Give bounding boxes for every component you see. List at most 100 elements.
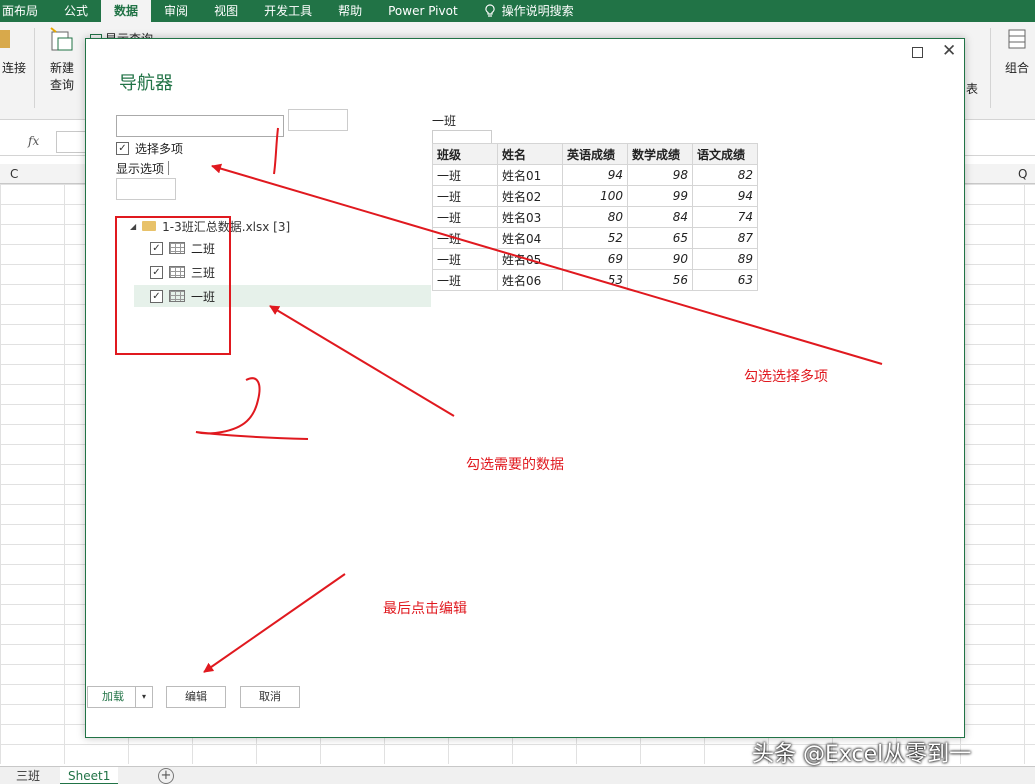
tab-developer[interactable]: 开发工具	[251, 0, 325, 22]
tell-me-search[interactable]: 操作说明搜索	[471, 0, 587, 22]
sheet-tab-class3[interactable]: 三班	[8, 767, 48, 784]
table-cell: 87	[692, 227, 758, 249]
tree-item-label: 三班	[191, 265, 216, 280]
column-header-q[interactable]: Q	[1018, 167, 1027, 181]
search-input[interactable]	[116, 115, 284, 137]
tell-me-label: 操作说明搜索	[501, 4, 574, 18]
column-header[interactable]: 英语成绩	[562, 143, 628, 165]
table-row: 一班 姓名04 52 65 87	[432, 227, 758, 249]
table-icon	[169, 242, 185, 254]
tree-item-class2[interactable]: ✓ 二班	[150, 237, 215, 259]
fx-icon[interactable]: fx	[28, 134, 39, 148]
tree-item-label: 二班	[191, 241, 216, 256]
expand-caret-icon[interactable]: ◢	[130, 222, 136, 231]
table-cell: 56	[627, 269, 693, 291]
table-cell: 52	[562, 227, 628, 249]
preview-table: 班级 姓名 英语成绩 数学成绩 语文成绩 一班 姓名01 94 98 82 一班	[432, 143, 758, 291]
table-cell: 82	[692, 164, 758, 186]
table-cell: 一班	[432, 164, 498, 186]
table-cell: 姓名01	[497, 164, 563, 186]
new-query-label-2: 查询	[49, 78, 74, 92]
table-cell: 一班	[432, 227, 498, 249]
tab-page-layout[interactable]: 面布局	[0, 0, 51, 22]
lightbulb-icon	[485, 4, 495, 17]
column-header[interactable]: 姓名	[497, 143, 563, 165]
new-query-label: 新建	[49, 61, 74, 75]
edit-button[interactable]: 编辑	[166, 686, 226, 708]
table-cell: 100	[562, 185, 628, 207]
tree-root[interactable]: ◢ 1-3班汇总数据.xlsx [3]	[130, 215, 290, 237]
ribbon-separator	[34, 28, 35, 108]
new-query-button[interactable]: 新建 查询	[42, 26, 82, 93]
annotation-edit: 最后点击编辑	[383, 601, 467, 617]
table-cell: 90	[627, 248, 693, 270]
tab-power-pivot[interactable]: Power Pivot	[375, 0, 471, 22]
tree-item-class3[interactable]: ✓ 三班	[150, 261, 215, 283]
ribbon-tab-bar: 面布局 公式 数据 审阅 视图 开发工具 帮助 Power Pivot 操作说明…	[0, 0, 1035, 22]
display-options-dropdown[interactable]	[116, 178, 176, 200]
new-query-icon	[50, 27, 73, 51]
checkbox-checked[interactable]: ✓	[150, 289, 163, 303]
table-row: 一班 姓名05 69 90 89	[432, 248, 758, 270]
table-cell: 一班	[432, 206, 498, 228]
tab-help[interactable]: 帮助	[325, 0, 375, 22]
table-cell: 99	[627, 185, 693, 207]
column-header[interactable]: 语文成绩	[692, 143, 758, 165]
column-header[interactable]: 数学成绩	[627, 143, 693, 165]
table-cell: 94	[562, 164, 628, 186]
table-row: 一班 姓名06 53 56 63	[432, 269, 758, 291]
table-icon	[169, 290, 185, 302]
table-cell: 65	[627, 227, 693, 249]
group-button[interactable]: 组合	[1000, 26, 1034, 76]
tab-view[interactable]: 视图	[201, 0, 251, 22]
column-header-c[interactable]: C	[10, 167, 18, 181]
select-multiple-label: 选择多项	[135, 142, 184, 156]
add-sheet-icon[interactable]: +	[158, 768, 174, 784]
tree-item-class1[interactable]: ✓ 一班	[134, 285, 431, 307]
column-header[interactable]: 班级	[432, 143, 498, 165]
close-icon[interactable]: ✕	[942, 43, 956, 60]
load-label: 加载	[102, 690, 124, 703]
formula-input[interactable]	[56, 131, 86, 153]
tab-data[interactable]: 数据	[101, 0, 152, 22]
search-button[interactable]	[288, 109, 348, 131]
table-icon	[169, 266, 185, 278]
table-cell: 53	[562, 269, 628, 291]
table-row: 一班 姓名01 94 98 82	[432, 164, 758, 186]
group-label: 组合	[1004, 61, 1029, 75]
connect-button[interactable]: 连接	[0, 26, 28, 76]
load-dropdown-chevron-icon[interactable]: ▾	[135, 686, 153, 708]
table-cell: 74	[692, 206, 758, 228]
table-cell: 94	[692, 185, 758, 207]
connect-label: 连接	[1, 61, 26, 75]
tab-formulas[interactable]: 公式	[51, 0, 101, 22]
group-icon	[1008, 29, 1026, 49]
table-cell: 63	[692, 269, 758, 291]
table-cell: 姓名03	[497, 206, 563, 228]
annotation-multi-select: 勾选选择多项	[744, 369, 828, 385]
maximize-icon[interactable]	[912, 47, 923, 58]
preview-title: 一班	[432, 114, 457, 128]
table-cell: 姓名04	[497, 227, 563, 249]
folder-icon	[142, 221, 157, 231]
cancel-button[interactable]: 取消	[240, 686, 300, 708]
checkbox-checked[interactable]: ✓	[150, 241, 163, 255]
table-cell: 姓名02	[497, 185, 563, 207]
watermark: 头条 @Excel从零到一	[752, 742, 972, 767]
select-multiple-checkbox[interactable]: ✓ 选择多项	[116, 140, 183, 157]
display-options-divider	[168, 161, 169, 175]
excel-window: 面布局 公式 数据 审阅 视图 开发工具 帮助 Power Pivot 操作说明…	[0, 0, 1035, 784]
table-row: 一班 姓名02 100 99 94	[432, 185, 758, 207]
tree-root-label: 1-3班汇总数据.xlsx [3]	[162, 219, 291, 234]
display-options-label[interactable]: 显示选项	[116, 160, 164, 177]
table-cell: 一班	[432, 248, 498, 270]
tab-review[interactable]: 审阅	[151, 0, 201, 22]
sheet-tab-sheet1[interactable]: Sheet1	[60, 767, 119, 784]
table-cell: 98	[627, 164, 693, 186]
table-cell: 84	[627, 206, 693, 228]
checkbox-checked[interactable]: ✓	[150, 265, 163, 279]
checkbox-checked[interactable]: ✓	[116, 142, 129, 155]
table-cell: 姓名05	[497, 248, 563, 270]
navigator-dialog: 导航器 ✕ ✓ 选择多项 显示选项 ◢ 1-3班汇总数据.xlsx [3] ✓ …	[85, 38, 965, 738]
ribbon-separator-2	[990, 28, 991, 108]
